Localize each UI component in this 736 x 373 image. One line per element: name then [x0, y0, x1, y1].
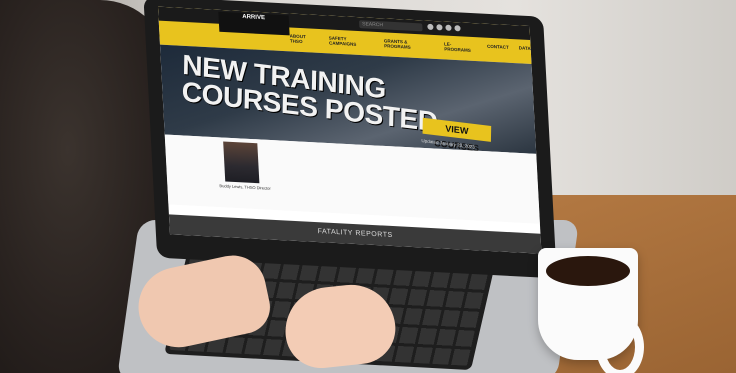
photo-scene: ARRIVE SEARCH ABOUT THSO SAFETY CAMPAIGN…	[0, 0, 736, 373]
instagram-icon[interactable]	[445, 24, 452, 31]
nav-item-data[interactable]: DATA	[519, 45, 531, 56]
coffee-surface	[546, 256, 630, 286]
youtube-icon[interactable]	[454, 25, 461, 32]
hero-title: NEW TRAINING COURSES POSTED	[182, 49, 439, 138]
twitter-icon[interactable]	[436, 24, 443, 31]
logo-text: ARRIVE	[242, 14, 266, 22]
mug-handle	[596, 315, 644, 373]
nav-item-contact[interactable]: CONTACT	[487, 44, 509, 55]
site-logo[interactable]: ARRIVE	[218, 11, 290, 36]
director-photo	[223, 141, 260, 184]
nav-item-about[interactable]: ABOUT THSO	[290, 33, 320, 45]
laptop-display: ARRIVE SEARCH ABOUT THSO SAFETY CAMPAIGN…	[143, 0, 557, 279]
website-screen: ARRIVE SEARCH ABOUT THSO SAFETY CAMPAIGN…	[157, 6, 542, 254]
photo-caption: Buddy Lewis, THSO Director	[219, 183, 271, 191]
facebook-icon[interactable]	[427, 23, 434, 30]
nav-item-le[interactable]: LE-PROGRAMS	[444, 41, 477, 53]
view-courses-button[interactable]: VIEW COURSES	[422, 117, 492, 153]
